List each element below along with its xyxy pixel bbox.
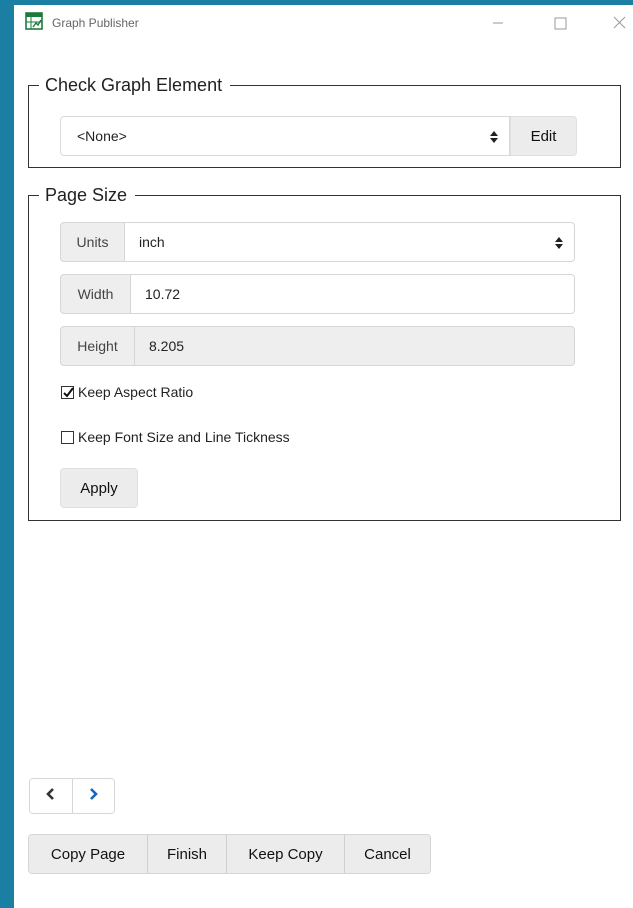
width-group: Width 10.72 <box>60 274 575 314</box>
graph-publisher-window: Graph Publisher Check Graph Element <Non… <box>14 5 633 908</box>
close-icon[interactable] <box>608 11 632 35</box>
group-border-segment <box>28 85 34 86</box>
chevron-right-icon <box>86 787 100 806</box>
page-size-legend: Page Size <box>39 184 136 206</box>
keep-font-size-row[interactable]: Keep Font Size and Line Tickness <box>61 429 290 445</box>
units-label: Units <box>60 222 125 262</box>
maximize-icon[interactable] <box>548 11 572 35</box>
prev-page-button[interactable] <box>30 779 72 813</box>
height-label: Height <box>60 326 135 366</box>
spreadsheet-graph-icon <box>25 12 43 30</box>
graph-element-select-row: <None> Edit <box>60 116 577 156</box>
width-label: Width <box>60 274 131 314</box>
keep-aspect-ratio-label: Keep Aspect Ratio <box>78 384 194 400</box>
height-input: 8.205 <box>135 326 575 366</box>
updown-arrow-icon <box>554 235 564 251</box>
chevron-left-icon <box>44 787 58 806</box>
updown-arrow-icon <box>489 129 499 145</box>
edit-button[interactable]: Edit <box>510 116 577 156</box>
action-bar: Copy Page Finish Keep Copy Cancel <box>28 834 431 874</box>
group-border-segment <box>261 85 621 86</box>
graph-element-selected-value: <None> <box>77 128 127 144</box>
page-nav <box>29 778 115 814</box>
finish-button[interactable]: Finish <box>147 835 226 873</box>
window-title: Graph Publisher <box>52 16 139 30</box>
next-page-button[interactable] <box>71 779 114 813</box>
width-input[interactable]: 10.72 <box>131 274 575 314</box>
minimize-icon[interactable] <box>486 11 510 35</box>
keep-font-size-checkbox[interactable] <box>61 430 74 444</box>
units-value: inch <box>139 234 165 250</box>
graph-element-select[interactable]: <None> <box>60 116 510 156</box>
apply-button[interactable]: Apply <box>60 468 138 508</box>
check-graph-element-legend: Check Graph Element <box>39 74 231 96</box>
keep-font-size-label: Keep Font Size and Line Tickness <box>78 429 290 445</box>
check-graph-element-group: Check Graph Element <None> Edit <box>28 74 621 168</box>
units-group: Units inch <box>60 222 575 262</box>
units-select[interactable]: inch <box>125 222 575 262</box>
group-border-segment <box>28 195 34 196</box>
keep-aspect-ratio-checkbox[interactable] <box>61 385 74 399</box>
copy-page-button[interactable]: Copy Page <box>29 835 147 873</box>
cancel-button[interactable]: Cancel <box>344 835 430 873</box>
keep-aspect-ratio-row[interactable]: Keep Aspect Ratio <box>61 384 193 400</box>
keep-copy-button[interactable]: Keep Copy <box>226 835 344 873</box>
title-bar: Graph Publisher <box>14 5 633 43</box>
group-border-segment <box>159 195 621 196</box>
height-group: Height 8.205 <box>60 326 575 366</box>
